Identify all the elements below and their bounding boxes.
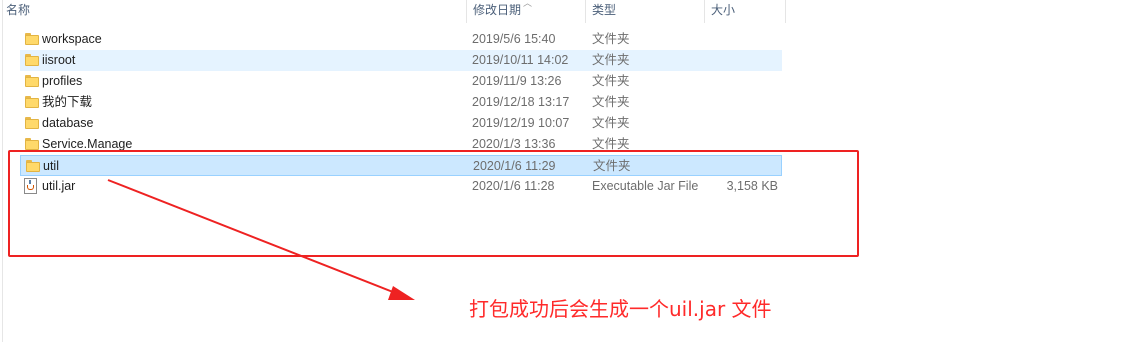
arrow-shaft (107, 179, 399, 295)
arrow-head-icon (388, 286, 415, 300)
annotation-arrow (107, 179, 415, 300)
annotation-text: 打包成功后会生成一个uil.jar 文件 (469, 297, 772, 321)
